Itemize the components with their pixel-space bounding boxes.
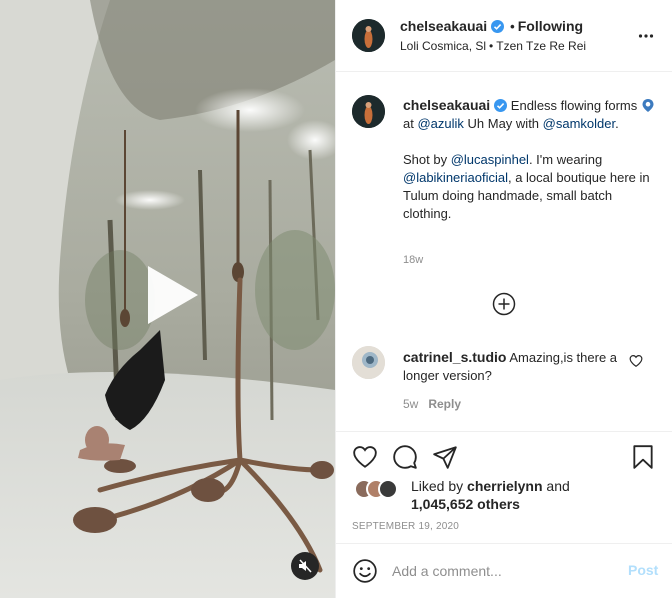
caption-text: . [615,116,619,131]
bookmark-icon [633,445,653,469]
caption-text: Shot by [403,152,451,167]
liked-by-and: and [542,478,570,494]
liked-by-prefix: Liked by [411,478,468,494]
commenter-avatar[interactable] [352,346,385,379]
verified-badge-icon [494,99,508,112]
caption-avatar[interactable] [352,95,385,128]
mention-link[interactable]: @azulik [417,116,463,131]
location-link[interactable]: Loli Cosmica, Sl [400,39,486,53]
liked-by-avatars[interactable] [354,479,410,501]
comment-timestamp[interactable]: 5w [403,397,418,411]
share-button[interactable] [432,444,458,470]
liked-by-line: Liked by cherrielynn and [411,477,570,495]
comment-like-button[interactable] [629,354,643,368]
muted-speaker-icon [299,559,312,573]
mention-link[interactable]: @lucaspinhel [451,152,529,167]
caption-username[interactable]: chelseakauai [403,97,490,113]
share-icon [433,446,457,469]
emoji-icon [353,559,377,583]
caption-text: . I'm wearing [528,152,603,167]
like-button[interactable] [352,444,378,470]
plus-circle-icon [492,292,516,316]
avatar [378,479,398,499]
comments-area: chelseakauai Endless flowing forms at @a… [336,73,672,431]
caption-text: Endless flowing forms [510,98,641,113]
mention-link[interactable]: @samkolder [543,116,615,131]
heart-outline-icon [629,355,643,367]
play-icon[interactable] [140,264,202,326]
avatar[interactable] [352,19,385,52]
header-user-line: chelseakauai • Following [400,18,583,34]
caption-text: Uh May with [463,116,543,131]
verified-badge-icon [491,20,505,33]
action-bar: Liked by cherrielynn and 1,045,652 other… [336,431,672,543]
mute-button[interactable] [291,552,319,580]
comment-icon [393,445,417,469]
more-options-button[interactable] [638,28,654,44]
caption-text: at [403,116,418,131]
caption-timestamp[interactable]: 18w [403,254,423,266]
header-location-line: Loli Cosmica, Sl • Tzen Tze Re Rei [400,39,586,53]
post-date[interactable]: SEPTEMBER 19, 2020 [352,521,459,532]
post-details-panel: chelseakauai • Following Loli Cosmica, Sl •… [336,0,672,598]
header-dot: • [510,19,515,34]
save-button[interactable] [630,444,656,470]
heart-icon [353,446,377,468]
reply-button[interactable]: Reply [428,397,461,411]
post-caption: chelseakauai Endless flowing forms at @a… [403,96,659,223]
audio-link[interactable]: Tzen Tze Re Rei [496,39,586,53]
load-more-comments-button[interactable] [492,292,516,316]
liked-by-user[interactable]: cherrielynn [467,478,542,494]
comment-button[interactable] [392,444,418,470]
likes-count[interactable]: 1,045,652 others [411,495,520,513]
post-header: chelseakauai • Following Loli Cosmica, Sl •… [336,0,672,72]
comment-username[interactable]: catrinel_s.tudio [403,349,506,365]
comment: catrinel_s.tudio Amazing,is there a long… [403,348,631,385]
add-comment-bar: Post [336,543,672,598]
header-username[interactable]: chelseakauai [400,18,487,34]
post-video[interactable] [0,0,335,598]
comment-input[interactable] [392,560,612,582]
following-button[interactable]: Following [518,18,583,34]
emoji-button[interactable] [352,558,378,584]
post-button[interactable]: Post [628,562,658,578]
more-options-icon [638,34,654,38]
mention-link[interactable]: @labikineriaoficial [403,170,508,185]
location-separator: • [489,39,494,53]
comment-meta: 5w Reply [403,397,461,411]
location-pin-icon [642,99,654,112]
